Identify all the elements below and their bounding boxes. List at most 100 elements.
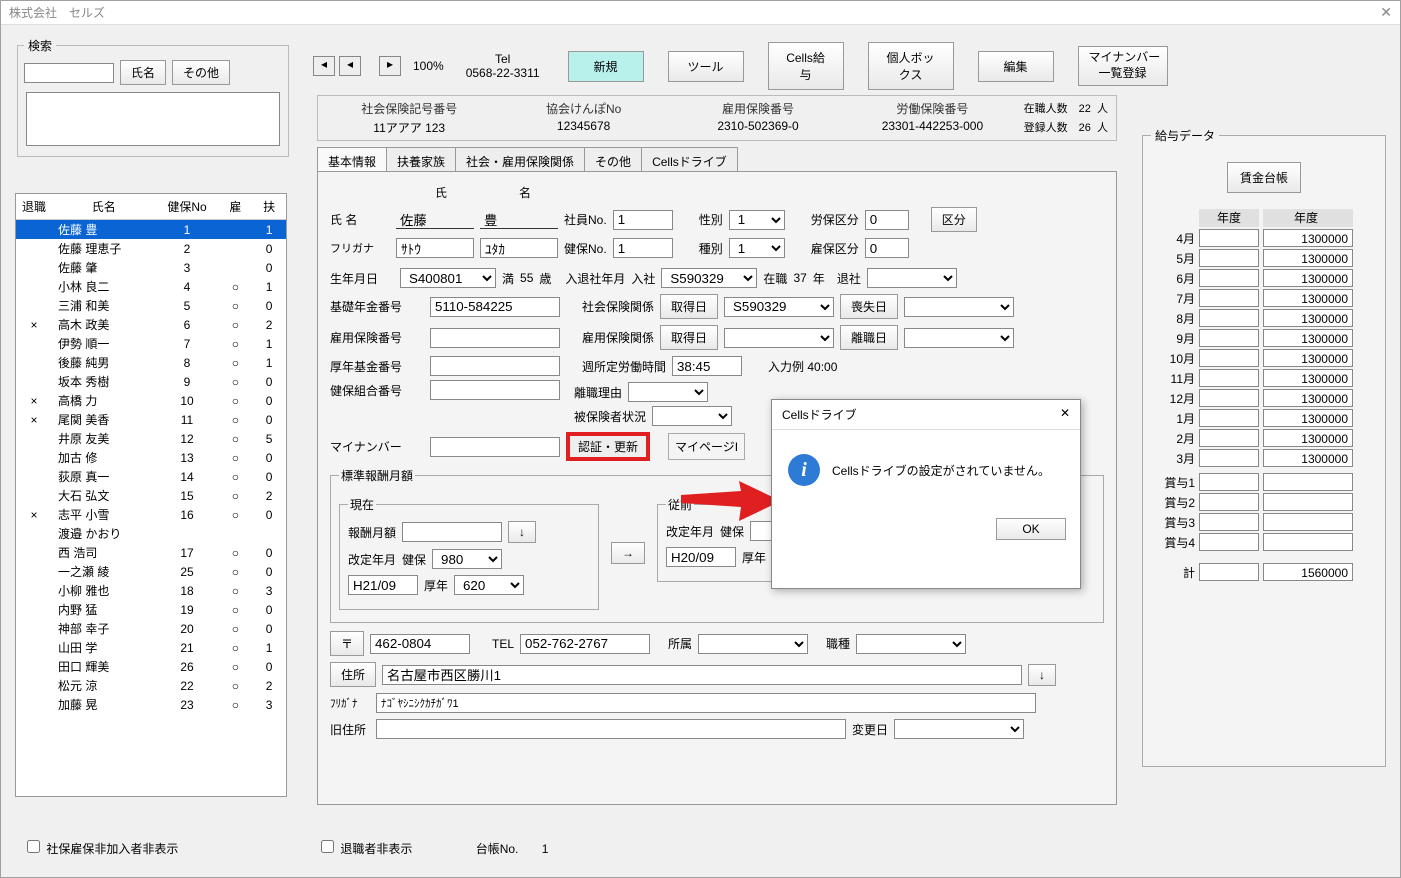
pay-now-input[interactable] xyxy=(402,522,502,542)
mynumber-input[interactable] xyxy=(430,437,560,457)
kenpono-input[interactable] xyxy=(613,238,673,258)
job-select[interactable] xyxy=(856,634,966,654)
table-row[interactable]: 小柳 雅也18○3 xyxy=(16,581,286,600)
table-row[interactable]: 大石 弘文15○2 xyxy=(16,486,286,505)
table-row[interactable]: 神部 幸子20○0 xyxy=(16,619,286,638)
sal-m-4-a[interactable] xyxy=(1199,309,1259,327)
sal-m-1-b[interactable]: 1300000 xyxy=(1263,249,1353,267)
sal-m-8-a[interactable] xyxy=(1199,389,1259,407)
chk-retired[interactable] xyxy=(321,840,334,853)
change-date-select[interactable] xyxy=(894,719,1024,739)
sal-m-2-a[interactable] xyxy=(1199,269,1259,287)
sal-m-3-b[interactable]: 1300000 xyxy=(1263,289,1353,307)
search-result-area[interactable] xyxy=(26,92,280,146)
sex-select[interactable]: 1 xyxy=(729,210,785,230)
new-button[interactable]: 新規 xyxy=(568,51,644,82)
tel-input[interactable] xyxy=(520,634,650,654)
edit-button[interactable]: 編集 xyxy=(978,51,1054,82)
search-other-button[interactable]: その他 xyxy=(172,60,230,85)
sal-m-7-b[interactable]: 1300000 xyxy=(1263,369,1353,387)
table-row[interactable]: ×志平 小雪16○0 xyxy=(16,505,286,524)
table-row[interactable]: 井原 友美12○5 xyxy=(16,429,286,448)
table-row[interactable]: 内野 猛19○0 xyxy=(16,600,286,619)
next-button[interactable]: ▸ xyxy=(379,56,401,76)
tool-button[interactable]: ツール xyxy=(668,51,744,82)
sal-b-0-a[interactable] xyxy=(1199,473,1259,491)
sal-m-3-a[interactable] xyxy=(1199,289,1259,307)
cells-salary-button[interactable]: Cells給与 xyxy=(768,42,844,90)
sh-get-button[interactable]: 取得日 xyxy=(660,294,718,319)
table-row[interactable]: 佐藤 肇30 xyxy=(16,258,286,277)
sal-m-5-b[interactable]: 1300000 xyxy=(1263,329,1353,347)
rouho-input[interactable] xyxy=(865,210,909,230)
table-row[interactable]: 伊勢 順一7○1 xyxy=(16,334,286,353)
reason-select[interactable] xyxy=(628,382,708,402)
table-row[interactable]: ×高橋 力10○0 xyxy=(16,391,286,410)
employee-list[interactable]: 退職 氏名 健保No 雇 扶 佐藤 豊11佐藤 理恵子20佐藤 肇30小林 良二… xyxy=(15,193,287,797)
fund-input[interactable] xyxy=(430,356,560,376)
prev-button[interactable]: ◂ xyxy=(313,56,335,76)
sal-b-0-b[interactable] xyxy=(1263,473,1353,491)
ko-leave-button[interactable]: 離職日 xyxy=(840,325,898,350)
personal-box-button[interactable]: 個人ボックス xyxy=(868,42,954,90)
table-row[interactable]: 田口 輝美26○0 xyxy=(16,657,286,676)
week-input[interactable] xyxy=(672,356,742,376)
sal-b-1-a[interactable] xyxy=(1199,493,1259,511)
sh-date-select[interactable]: S590329 xyxy=(724,297,834,317)
close-icon[interactable]: ✕ xyxy=(1380,4,1392,21)
sal-b-2-a[interactable] xyxy=(1199,513,1259,531)
table-row[interactable]: 佐藤 理恵子20 xyxy=(16,239,286,258)
chk-nonenrolled[interactable] xyxy=(27,840,40,853)
leave-date-select[interactable] xyxy=(867,268,957,288)
sal-b-2-b[interactable] xyxy=(1263,513,1353,531)
dialog-ok-button[interactable]: OK xyxy=(996,518,1066,540)
kenpo-now-select[interactable]: 980 xyxy=(432,549,502,569)
mei-input[interactable] xyxy=(480,211,558,229)
rev-prev-input[interactable] xyxy=(666,547,736,567)
table-row[interactable]: 一之瀬 綾25○0 xyxy=(16,562,286,581)
sal-m-5-a[interactable] xyxy=(1199,329,1259,347)
table-row[interactable]: 小林 良二4○1 xyxy=(16,277,286,296)
koyo-input[interactable] xyxy=(865,238,909,258)
sal-m-6-a[interactable] xyxy=(1199,349,1259,367)
sal-m-8-b[interactable]: 1300000 xyxy=(1263,389,1353,407)
dob-select[interactable]: S400801 xyxy=(400,268,496,288)
ko-get-button[interactable]: 取得日 xyxy=(660,325,718,350)
sei-input[interactable] xyxy=(396,211,474,229)
table-row[interactable]: 渡邉 かおり xyxy=(16,524,286,543)
ko-date-select[interactable] xyxy=(724,328,834,348)
table-row[interactable]: 荻原 真一14○0 xyxy=(16,467,286,486)
table-row[interactable]: 松元 涼22○2 xyxy=(16,676,286,695)
sal-m-11-b[interactable]: 1300000 xyxy=(1263,449,1353,467)
table-row[interactable]: ×尾関 美香11○0 xyxy=(16,410,286,429)
sal-b-1-b[interactable] xyxy=(1263,493,1353,511)
type-select[interactable]: 1 xyxy=(729,238,785,258)
sal-m-9-a[interactable] xyxy=(1199,409,1259,427)
table-row[interactable]: 西 浩司17○0 xyxy=(16,543,286,562)
address-kana-input[interactable] xyxy=(376,693,1036,713)
sal-m-0-b[interactable]: 1300000 xyxy=(1263,229,1353,247)
koyono-input[interactable] xyxy=(430,328,560,348)
sh-lost-button[interactable]: 喪失日 xyxy=(840,294,898,319)
sei-kana-input[interactable] xyxy=(396,238,474,258)
sal-m-2-b[interactable]: 1300000 xyxy=(1263,269,1353,287)
address-input[interactable] xyxy=(382,665,1022,685)
table-row[interactable]: 後藤 純男8○1 xyxy=(16,353,286,372)
union-input[interactable] xyxy=(430,380,560,400)
sal-b-3-b[interactable] xyxy=(1263,533,1353,551)
table-row[interactable]: 山田 学21○1 xyxy=(16,638,286,657)
table-row[interactable]: 三浦 和美5○0 xyxy=(16,296,286,315)
sh-lost-select[interactable] xyxy=(904,297,1014,317)
postal-input[interactable] xyxy=(370,634,470,654)
table-row[interactable]: 佐藤 豊11 xyxy=(16,220,286,240)
hire-date-select[interactable]: S590329 xyxy=(661,268,757,288)
auth-update-button[interactable]: 認証・更新 xyxy=(566,432,650,461)
footer-chk1[interactable]: 社保雇保非加入者非表示 xyxy=(23,837,178,857)
prev-button-2[interactable]: ◂ xyxy=(339,56,361,76)
to-button[interactable]: → xyxy=(611,542,645,564)
down-button[interactable]: ↓ xyxy=(508,521,536,543)
konen-now-select[interactable]: 620 xyxy=(454,575,524,595)
pension-input[interactable] xyxy=(430,297,560,317)
addr-down-button[interactable]: ↓ xyxy=(1028,664,1056,686)
old-address-input[interactable] xyxy=(376,719,846,739)
